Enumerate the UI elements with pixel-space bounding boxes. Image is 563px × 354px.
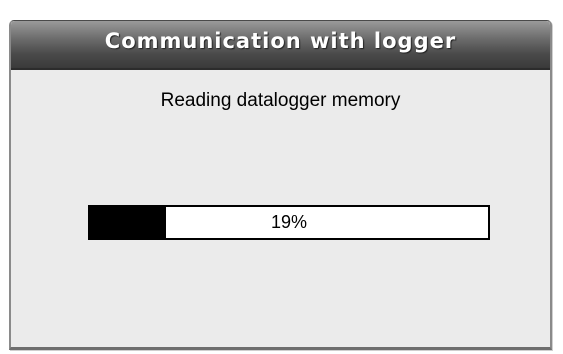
dialog-content: Reading datalogger memory 19% (11, 70, 550, 347)
dialog-title: Communication with logger (104, 29, 457, 53)
status-message: Reading datalogger memory (160, 90, 401, 111)
progress-label: 19% (270, 212, 308, 232)
progress-bar: 19% (88, 205, 490, 240)
dialog-titlebar[interactable]: Communication with logger (11, 21, 550, 70)
communication-dialog: Communication with logger Reading datalo… (9, 20, 552, 350)
